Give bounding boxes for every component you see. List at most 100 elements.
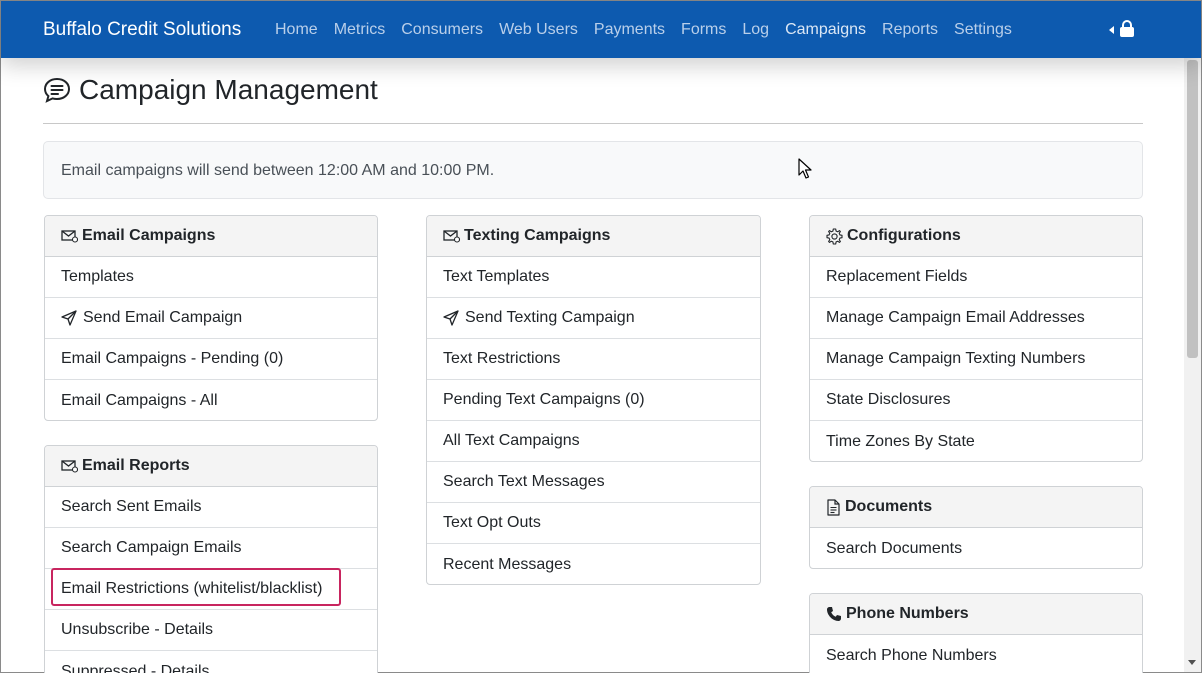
text-restrictions-link[interactable]: Text Restrictions bbox=[427, 339, 760, 380]
paper-plane-icon bbox=[443, 310, 459, 326]
nav-payments[interactable]: Payments bbox=[586, 21, 673, 39]
state-disclosures-link[interactable]: State Disclosures bbox=[810, 380, 1142, 421]
search-campaign-emails-label: Search Campaign Emails bbox=[61, 539, 242, 556]
nav-forms[interactable]: Forms bbox=[673, 21, 734, 39]
configurations-header: Configurations bbox=[810, 216, 1142, 257]
nav-reports[interactable]: Reports bbox=[874, 21, 946, 39]
send-email-campaign-link[interactable]: Send Email Campaign bbox=[45, 298, 377, 339]
paper-plane-icon bbox=[61, 310, 77, 326]
send-texting-campaign-label: Send Texting Campaign bbox=[465, 309, 635, 326]
nav-home[interactable]: Home bbox=[267, 21, 326, 39]
email-reports-header: Email Reports bbox=[45, 446, 377, 487]
suppressed-details-link[interactable]: Suppressed - Details bbox=[45, 651, 377, 673]
scroll-down-arrow-icon[interactable] bbox=[1188, 660, 1196, 665]
manage-campaign-email-addresses-label: Manage Campaign Email Addresses bbox=[826, 309, 1085, 326]
email-restrictions-label: Email Restrictions (whitelist/blacklist) bbox=[61, 580, 323, 597]
recent-messages-link[interactable]: Recent Messages bbox=[427, 544, 760, 584]
search-documents-link[interactable]: Search Documents bbox=[810, 528, 1142, 568]
search-sent-emails-label: Search Sent Emails bbox=[61, 498, 202, 515]
all-text-campaigns-label: All Text Campaigns bbox=[443, 432, 580, 449]
brand-link[interactable]: Buffalo Credit Solutions bbox=[43, 19, 241, 41]
search-text-messages-link[interactable]: Search Text Messages bbox=[427, 462, 760, 503]
documents-header: Documents bbox=[810, 487, 1142, 528]
email-campaigns-all-link[interactable]: Email Campaigns - All bbox=[45, 380, 377, 420]
pending-text-campaigns-link[interactable]: Pending Text Campaigns (0) bbox=[427, 380, 760, 421]
configurations-card: Configurations Replacement Fields Manage… bbox=[809, 215, 1143, 462]
header-divider bbox=[43, 123, 1143, 124]
send-window-notice: Email campaigns will send between 12:00 … bbox=[43, 141, 1143, 199]
email-templates-link[interactable]: Templates bbox=[45, 257, 377, 298]
texting-campaigns-title: Texting Campaigns bbox=[464, 227, 611, 244]
email-campaigns-card: Email Campaigns Templates Send Email Cam… bbox=[44, 215, 378, 421]
documents-card: Documents Search Documents bbox=[809, 486, 1143, 569]
text-opt-outs-label: Text Opt Outs bbox=[443, 514, 541, 531]
envelope-icon bbox=[443, 229, 460, 243]
search-campaign-emails-link[interactable]: Search Campaign Emails bbox=[45, 528, 377, 569]
replacement-fields-link[interactable]: Replacement Fields bbox=[810, 257, 1142, 298]
email-templates-label: Templates bbox=[61, 268, 134, 285]
time-zones-by-state-link[interactable]: Time Zones By State bbox=[810, 421, 1142, 461]
page-scrollbar[interactable] bbox=[1184, 58, 1201, 672]
email-campaigns-header: Email Campaigns bbox=[45, 216, 377, 257]
text-restrictions-label: Text Restrictions bbox=[443, 350, 561, 367]
chat-bubble-icon bbox=[43, 76, 71, 104]
text-opt-outs-link[interactable]: Text Opt Outs bbox=[427, 503, 760, 544]
documents-title: Documents bbox=[845, 498, 933, 515]
send-email-campaign-label: Send Email Campaign bbox=[83, 309, 243, 326]
search-documents-label: Search Documents bbox=[826, 539, 963, 557]
configurations-title: Configurations bbox=[847, 227, 961, 244]
unsubscribe-details-label: Unsubscribe - Details bbox=[61, 621, 214, 638]
phone-numbers-title: Phone Numbers bbox=[846, 605, 969, 622]
nav-settings[interactable]: Settings bbox=[946, 21, 1020, 39]
suppressed-details-label: Suppressed - Details bbox=[61, 662, 210, 673]
email-campaigns-pending-label: Email Campaigns - Pending (0) bbox=[61, 350, 284, 367]
all-text-campaigns-link[interactable]: All Text Campaigns bbox=[427, 421, 760, 462]
email-campaigns-pending-link[interactable]: Email Campaigns - Pending (0) bbox=[45, 339, 377, 380]
manage-campaign-texting-numbers-link[interactable]: Manage Campaign Texting Numbers bbox=[810, 339, 1142, 380]
scrollbar-thumb[interactable] bbox=[1187, 60, 1198, 358]
pending-text-campaigns-label: Pending Text Campaigns (0) bbox=[443, 391, 645, 408]
text-templates-label: Text Templates bbox=[443, 268, 550, 285]
time-zones-by-state-label: Time Zones By State bbox=[826, 432, 975, 450]
phone-icon bbox=[826, 606, 842, 622]
user-menu-toggle[interactable] bbox=[1109, 20, 1134, 37]
nav-log[interactable]: Log bbox=[734, 21, 777, 39]
envelope-icon bbox=[61, 229, 78, 243]
email-restrictions-link[interactable]: Email Restrictions (whitelist/blacklist) bbox=[45, 569, 377, 610]
email-reports-title: Email Reports bbox=[82, 457, 190, 474]
page-header: Campaign Management bbox=[43, 74, 378, 106]
nav-campaigns[interactable]: Campaigns bbox=[777, 21, 874, 39]
texting-campaigns-header: Texting Campaigns bbox=[427, 216, 760, 257]
lock-icon bbox=[1120, 20, 1134, 37]
caret-left-icon bbox=[1109, 25, 1114, 34]
search-phone-numbers-label: Search Phone Numbers bbox=[826, 646, 997, 664]
gear-icon bbox=[826, 227, 843, 245]
search-sent-emails-link[interactable]: Search Sent Emails bbox=[45, 487, 377, 528]
phone-numbers-header: Phone Numbers bbox=[810, 594, 1142, 635]
manage-campaign-texting-numbers-label: Manage Campaign Texting Numbers bbox=[826, 350, 1086, 367]
email-campaigns-title: Email Campaigns bbox=[82, 227, 216, 244]
unsubscribe-details-link[interactable]: Unsubscribe - Details bbox=[45, 610, 377, 651]
replacement-fields-label: Replacement Fields bbox=[826, 268, 968, 285]
nav-web-users[interactable]: Web Users bbox=[491, 21, 586, 39]
state-disclosures-label: State Disclosures bbox=[826, 391, 951, 408]
email-reports-card: Email Reports Search Sent Emails Search … bbox=[44, 445, 378, 673]
top-navbar: Buffalo Credit Solutions Home Metrics Co… bbox=[1, 1, 1201, 58]
nav-consumers[interactable]: Consumers bbox=[393, 21, 491, 39]
notice-text: Email campaigns will send between 12:00 … bbox=[61, 162, 495, 179]
envelope-icon bbox=[61, 459, 78, 473]
document-icon bbox=[826, 498, 841, 516]
recent-messages-label: Recent Messages bbox=[443, 555, 572, 573]
phone-numbers-card: Phone Numbers Search Phone Numbers bbox=[809, 593, 1143, 673]
nav-menu: Home Metrics Consumers Web Users Payment… bbox=[267, 21, 1020, 39]
search-text-messages-label: Search Text Messages bbox=[443, 473, 605, 490]
text-templates-link[interactable]: Text Templates bbox=[427, 257, 760, 298]
texting-campaigns-card: Texting Campaigns Text Templates Send Te… bbox=[426, 215, 761, 585]
page-title: Campaign Management bbox=[79, 74, 378, 105]
nav-metrics[interactable]: Metrics bbox=[326, 21, 394, 39]
email-campaigns-all-label: Email Campaigns - All bbox=[61, 391, 218, 409]
manage-campaign-email-addresses-link[interactable]: Manage Campaign Email Addresses bbox=[810, 298, 1142, 339]
mouse-cursor-icon bbox=[798, 158, 812, 185]
send-texting-campaign-link[interactable]: Send Texting Campaign bbox=[427, 298, 760, 339]
search-phone-numbers-link[interactable]: Search Phone Numbers bbox=[810, 635, 1142, 673]
